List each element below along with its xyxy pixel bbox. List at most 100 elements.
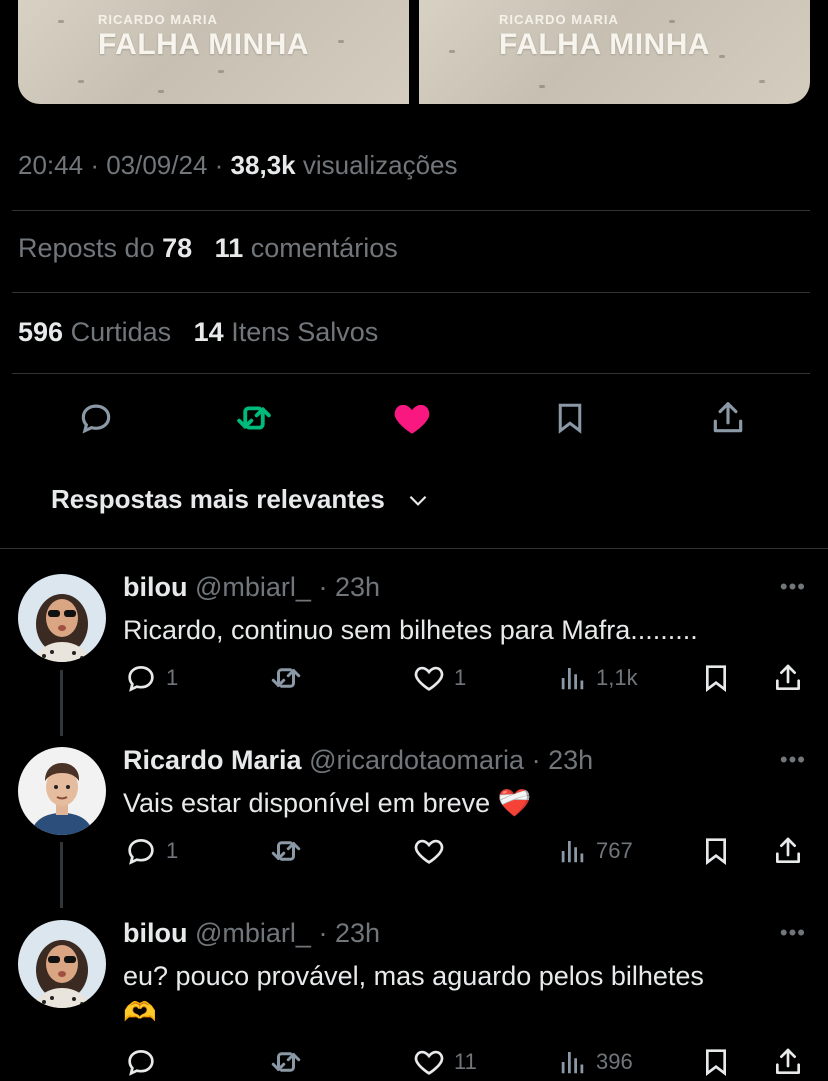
divider — [0, 548, 828, 549]
like-count: 1 — [454, 665, 467, 690]
repost-icon — [271, 668, 301, 688]
reply-button[interactable]: 1 — [124, 658, 178, 698]
reposts-link[interactable]: Reposts do 78 — [18, 233, 192, 263]
bookmark-button[interactable] — [700, 658, 732, 698]
media-gallery: RICARDO MARIA FALHA MINHA RICARDO MARIA … — [18, 0, 810, 104]
reply-author-name[interactable]: bilou — [123, 572, 187, 602]
like-icon — [414, 666, 444, 691]
like-button[interactable]: 1 — [412, 658, 466, 698]
reply-icon — [128, 666, 154, 692]
bookmark-button[interactable] — [700, 831, 732, 871]
bookmark-icon — [706, 665, 726, 693]
more-options-button[interactable]: ••• — [780, 920, 806, 946]
bookmark-icon — [706, 1049, 726, 1077]
avatar[interactable] — [18, 747, 106, 835]
likes-label: Curtidas — [70, 317, 172, 347]
reply-action-bar: 1 1 1,1k — [0, 658, 828, 698]
tweet-time: 20:44 — [18, 150, 84, 180]
reply-time: 23h — [334, 572, 380, 602]
saves-count: 14 — [193, 317, 224, 347]
share-button[interactable] — [772, 831, 804, 871]
like-count: 11 — [454, 1049, 477, 1074]
reply-text-content: Vais estar disponível em breve — [123, 788, 491, 818]
avatar[interactable] — [18, 574, 106, 662]
media-author-text: RICARDO MARIA — [98, 12, 218, 27]
share-button[interactable] — [772, 658, 804, 698]
views-button[interactable]: 1,1k — [558, 658, 638, 698]
views-button[interactable]: 767 — [558, 831, 633, 871]
media-image[interactable]: RICARDO MARIA FALHA MINHA — [419, 0, 810, 104]
repost-button[interactable] — [268, 658, 312, 698]
heart-hands-emoji: 🫶 — [123, 997, 157, 1027]
sort-replies-dropdown[interactable]: Respostas mais relevantes — [51, 484, 431, 515]
reply-button[interactable]: 1 — [124, 831, 178, 871]
repost-button[interactable] — [232, 396, 276, 440]
like-button[interactable] — [390, 396, 434, 440]
share-button[interactable] — [706, 396, 750, 440]
mending-heart-emoji: ❤️‍🩹 — [497, 788, 532, 818]
comments-count: 11 — [214, 233, 244, 263]
likes-link[interactable]: 596 Curtidas — [18, 317, 171, 347]
bookmark-icon — [558, 403, 582, 434]
reply-author-handle[interactable]: @mbiarl_ — [195, 918, 311, 948]
repost-icon — [237, 406, 271, 430]
avatar[interactable] — [18, 920, 106, 1008]
divider — [12, 373, 810, 374]
reply-icon — [128, 1050, 154, 1076]
tweet-date: 03/09/24 — [106, 150, 208, 180]
share-icon — [776, 664, 800, 690]
share-icon — [776, 1048, 800, 1074]
reposts-count: 78 — [162, 233, 193, 263]
reply-text: Ricardo, continuo sem bilhetes para Mafr… — [123, 612, 783, 648]
likes-count: 596 — [18, 317, 64, 347]
bookmark-icon — [706, 838, 726, 866]
repost-stats: Reposts do 78 11 comentários — [18, 233, 398, 264]
comments-link[interactable]: 11 comentários — [215, 233, 398, 263]
saves-link[interactable]: 14 Itens Salvos — [194, 317, 379, 347]
tweet-action-bar — [0, 396, 828, 440]
reply-count: 1 — [166, 838, 179, 863]
view-count: 38,3k — [230, 150, 296, 180]
reply-author-handle[interactable]: @ricardotaomaria — [309, 745, 524, 775]
views-button[interactable]: 396 — [558, 1042, 633, 1081]
reply-action-bar: 11 396 — [0, 1042, 828, 1081]
divider — [12, 210, 810, 211]
reply-author-name[interactable]: Ricardo Maria — [123, 745, 302, 775]
reply-author-handle[interactable]: @mbiarl_ — [195, 572, 311, 602]
saves-label: Itens Salvos — [231, 317, 379, 347]
analytics-icon — [561, 668, 584, 690]
like-stats: 596 Curtidas 14 Itens Salvos — [18, 317, 378, 348]
like-button[interactable]: 11 — [412, 1042, 477, 1081]
reply-time: 23h — [548, 745, 594, 775]
more-options-button[interactable]: ••• — [780, 747, 806, 773]
more-options-button[interactable]: ••• — [780, 574, 806, 600]
view-label: visualizações — [302, 150, 458, 180]
like-icon — [414, 839, 444, 864]
reply-text: eu? pouco provável, mas aguardo pelos bi… — [123, 958, 783, 1030]
chevron-down-icon — [409, 495, 427, 506]
like-icon — [414, 1050, 444, 1075]
reply-author-name[interactable]: bilou — [123, 918, 187, 948]
reply-text-content: eu? pouco provável, mas aguardo pelos bi… — [123, 961, 704, 991]
analytics-icon — [561, 1052, 584, 1074]
reply-icon — [81, 404, 111, 434]
like-button[interactable] — [412, 831, 454, 871]
reply-button[interactable] — [124, 1042, 166, 1081]
bookmark-button[interactable] — [548, 396, 592, 440]
view-count: 396 — [596, 1049, 633, 1074]
media-author-text: RICARDO MARIA — [499, 12, 619, 27]
repost-button[interactable] — [268, 831, 312, 871]
reply-header: Ricardo Maria @ricardotaomaria · 23h — [123, 745, 594, 775]
share-icon — [776, 837, 800, 863]
repost-button[interactable] — [268, 1042, 312, 1081]
media-image[interactable]: RICARDO MARIA FALHA MINHA — [18, 0, 409, 104]
bookmark-button[interactable] — [700, 1042, 732, 1081]
reply-header: bilou @mbiarl_ · 23h — [123, 918, 380, 948]
share-button[interactable] — [772, 1042, 804, 1081]
reposts-label: Reposts do — [18, 233, 155, 263]
comments-label: comentários — [250, 233, 398, 263]
reply-text: Vais estar disponível em breve ❤️‍🩹 — [123, 785, 783, 821]
media-title-text: FALHA MINHA — [499, 28, 711, 61]
reply-button[interactable] — [74, 396, 118, 440]
like-icon — [394, 404, 430, 434]
